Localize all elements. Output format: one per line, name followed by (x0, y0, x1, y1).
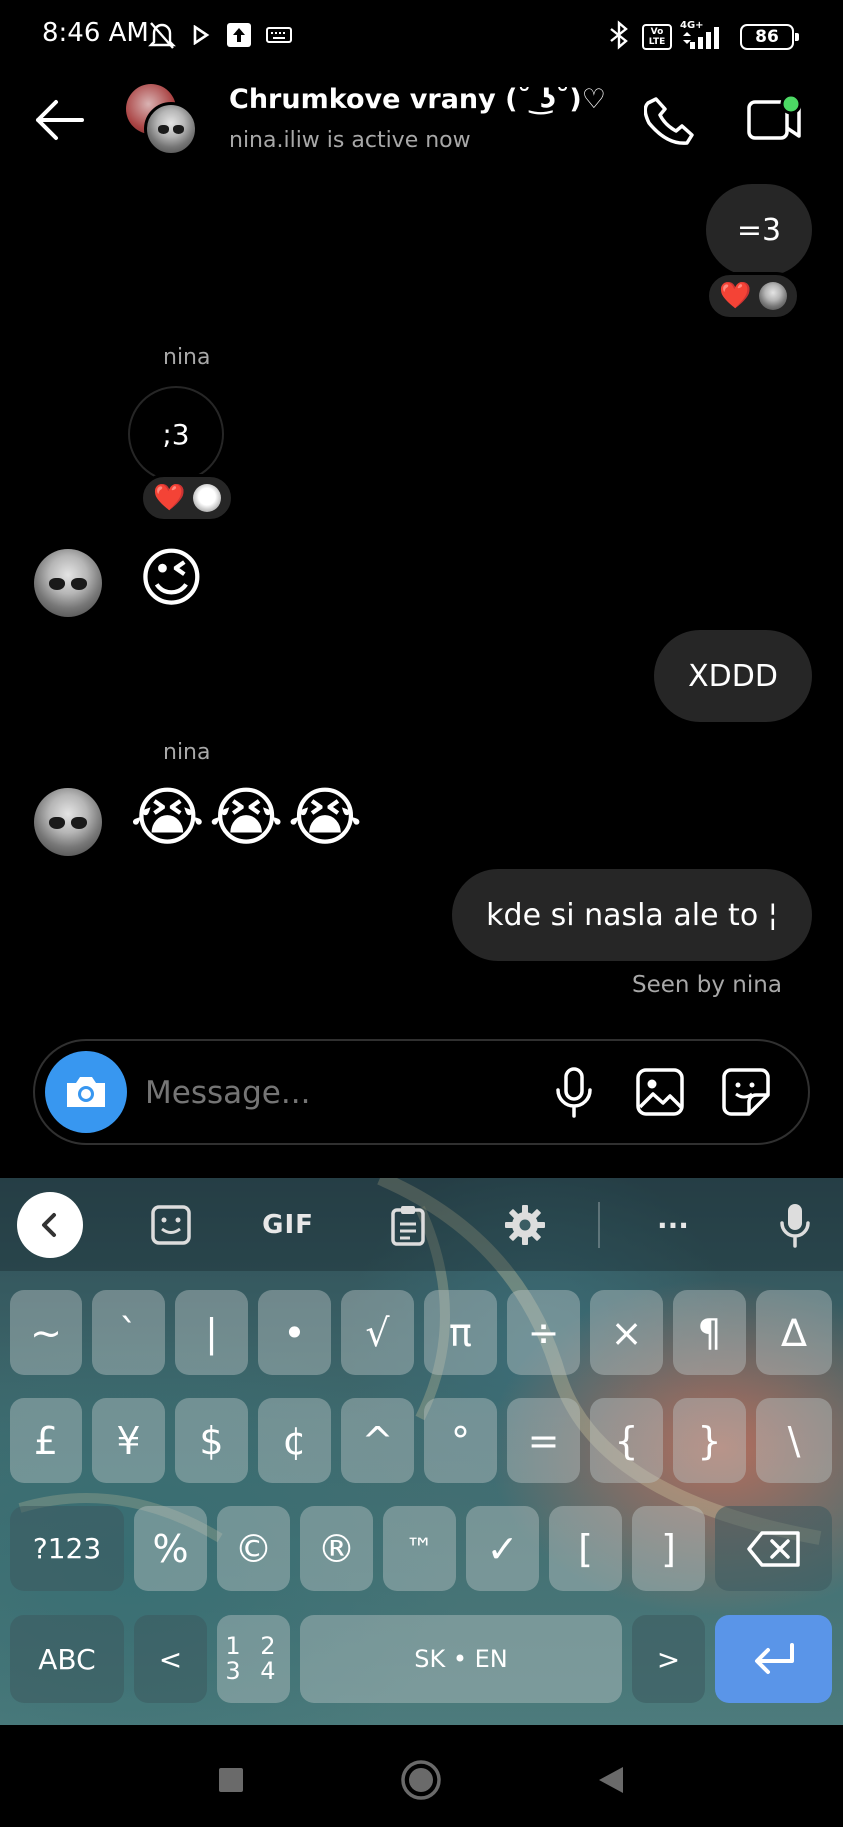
home-button[interactable] (398, 1757, 444, 1803)
backspace-key[interactable] (715, 1506, 832, 1591)
sticker-icon[interactable] (718, 1064, 774, 1120)
message-bubble-outgoing[interactable]: kde si nasla ale to ¦ (452, 869, 812, 961)
status-time: 8:46 AM (42, 18, 149, 48)
volte-icon: Vo LTE (642, 22, 672, 52)
key[interactable]: % (134, 1506, 207, 1591)
home-circle-icon (401, 1760, 441, 1800)
key[interactable]: π (424, 1290, 497, 1375)
abc-mode-key[interactable]: ABC (10, 1615, 124, 1703)
key[interactable]: ✓ (466, 1506, 539, 1591)
numpad-key[interactable]: 1 2 3 4 (217, 1615, 290, 1703)
key[interactable]: ® (300, 1506, 373, 1591)
group-avatar[interactable] (126, 84, 198, 156)
chat-title[interactable]: Chrumkove vrany (˘ ͜ʖ˘)♡ (229, 84, 606, 115)
key[interactable]: £ (10, 1398, 82, 1483)
phone-icon[interactable] (643, 94, 698, 152)
key[interactable]: = (507, 1398, 580, 1483)
sender-name: nina (163, 345, 211, 370)
clipboard-icon[interactable] (383, 1200, 433, 1250)
gif-button[interactable]: GIF (258, 1200, 318, 1250)
key[interactable]: • (258, 1290, 331, 1375)
key[interactable]: ~ (10, 1290, 82, 1375)
greater-than-key[interactable]: > (632, 1615, 705, 1703)
sender-avatar[interactable] (34, 549, 102, 617)
key[interactable]: { (590, 1398, 663, 1483)
video-call-icon[interactable] (745, 93, 805, 150)
toolbar-divider (598, 1202, 600, 1248)
key[interactable]: } (673, 1398, 746, 1483)
back-button[interactable] (588, 1757, 634, 1803)
emoji-message[interactable]: 😉 (138, 547, 205, 611)
key[interactable]: ¥ (92, 1398, 165, 1483)
key[interactable]: | (175, 1290, 248, 1375)
status-bar: 8:46 AM Vo LTE 4G+ 86 (0, 0, 843, 72)
enter-icon (754, 1643, 794, 1674)
bluetooth-icon (606, 20, 632, 50)
key[interactable]: √ (341, 1290, 414, 1375)
key[interactable]: [ (549, 1506, 622, 1591)
reaction-pill[interactable]: ❤️ (706, 272, 801, 320)
more-options-icon[interactable]: ··· (648, 1200, 698, 1250)
message-input[interactable] (145, 1070, 525, 1116)
active-status: nina.iliw is active now (229, 128, 471, 153)
message-bubble-incoming[interactable]: ;3 (128, 386, 224, 482)
enter-key[interactable] (715, 1615, 832, 1703)
keyboard-icon (266, 20, 292, 50)
sender-name: nina (163, 740, 211, 765)
keyboard-sticker-icon[interactable] (146, 1200, 196, 1250)
key[interactable]: ] (632, 1506, 705, 1591)
emoji-message[interactable]: 😭😭😭 (130, 786, 366, 850)
recents-button[interactable] (208, 1757, 254, 1803)
voice-input-icon[interactable] (770, 1200, 820, 1250)
message-bubble-outgoing[interactable]: XDDD (654, 630, 812, 722)
symbols-mode-key[interactable]: ?123 (10, 1506, 124, 1591)
key[interactable]: × (590, 1290, 663, 1375)
reactor-avatar (759, 282, 788, 310)
signal-icon (680, 22, 730, 52)
key[interactable]: ° (424, 1398, 497, 1483)
member-avatar-cat (144, 102, 198, 156)
back-arrow-icon[interactable] (32, 98, 86, 146)
chevron-left-icon (42, 1213, 56, 1237)
key[interactable]: \ (756, 1398, 832, 1483)
key[interactable]: ` (92, 1290, 165, 1375)
camera-button[interactable] (45, 1051, 127, 1133)
reactor-avatar (193, 484, 222, 512)
key[interactable]: ÷ (507, 1290, 580, 1375)
key[interactable]: ¶ (673, 1290, 746, 1375)
microphone-icon[interactable] (546, 1064, 602, 1120)
sender-avatar[interactable] (34, 788, 102, 856)
settings-gear-icon[interactable] (500, 1200, 550, 1250)
key[interactable]: $ (175, 1398, 248, 1483)
battery-indicator: 86 (740, 24, 799, 50)
back-triangle-icon (599, 1767, 623, 1793)
play-icon (192, 20, 210, 50)
upload-icon (226, 20, 252, 50)
gallery-icon[interactable] (632, 1064, 688, 1120)
key[interactable]: ^ (341, 1398, 414, 1483)
key[interactable]: ¢ (258, 1398, 331, 1483)
square-icon (219, 1768, 243, 1792)
key[interactable]: ∆ (756, 1290, 832, 1375)
numpad-top: 1 2 (225, 1631, 282, 1660)
key[interactable]: ™ (383, 1506, 456, 1591)
numpad-bottom: 3 4 (225, 1657, 282, 1685)
heart-reaction: ❤️ (153, 483, 186, 513)
mute-bell-icon (148, 20, 176, 50)
camera-icon (67, 1077, 105, 1107)
backspace-icon (746, 1530, 800, 1567)
keyboard-collapse-button[interactable] (17, 1192, 83, 1258)
space-key[interactable]: SK • EN (300, 1615, 622, 1703)
seen-receipt: Seen by nina (632, 972, 782, 998)
message-bubble-outgoing[interactable]: =3 (706, 184, 812, 276)
reaction-pill[interactable]: ❤️ (140, 474, 235, 522)
less-than-key[interactable]: < (134, 1615, 207, 1703)
heart-reaction: ❤️ (719, 281, 752, 311)
key[interactable]: © (217, 1506, 290, 1591)
